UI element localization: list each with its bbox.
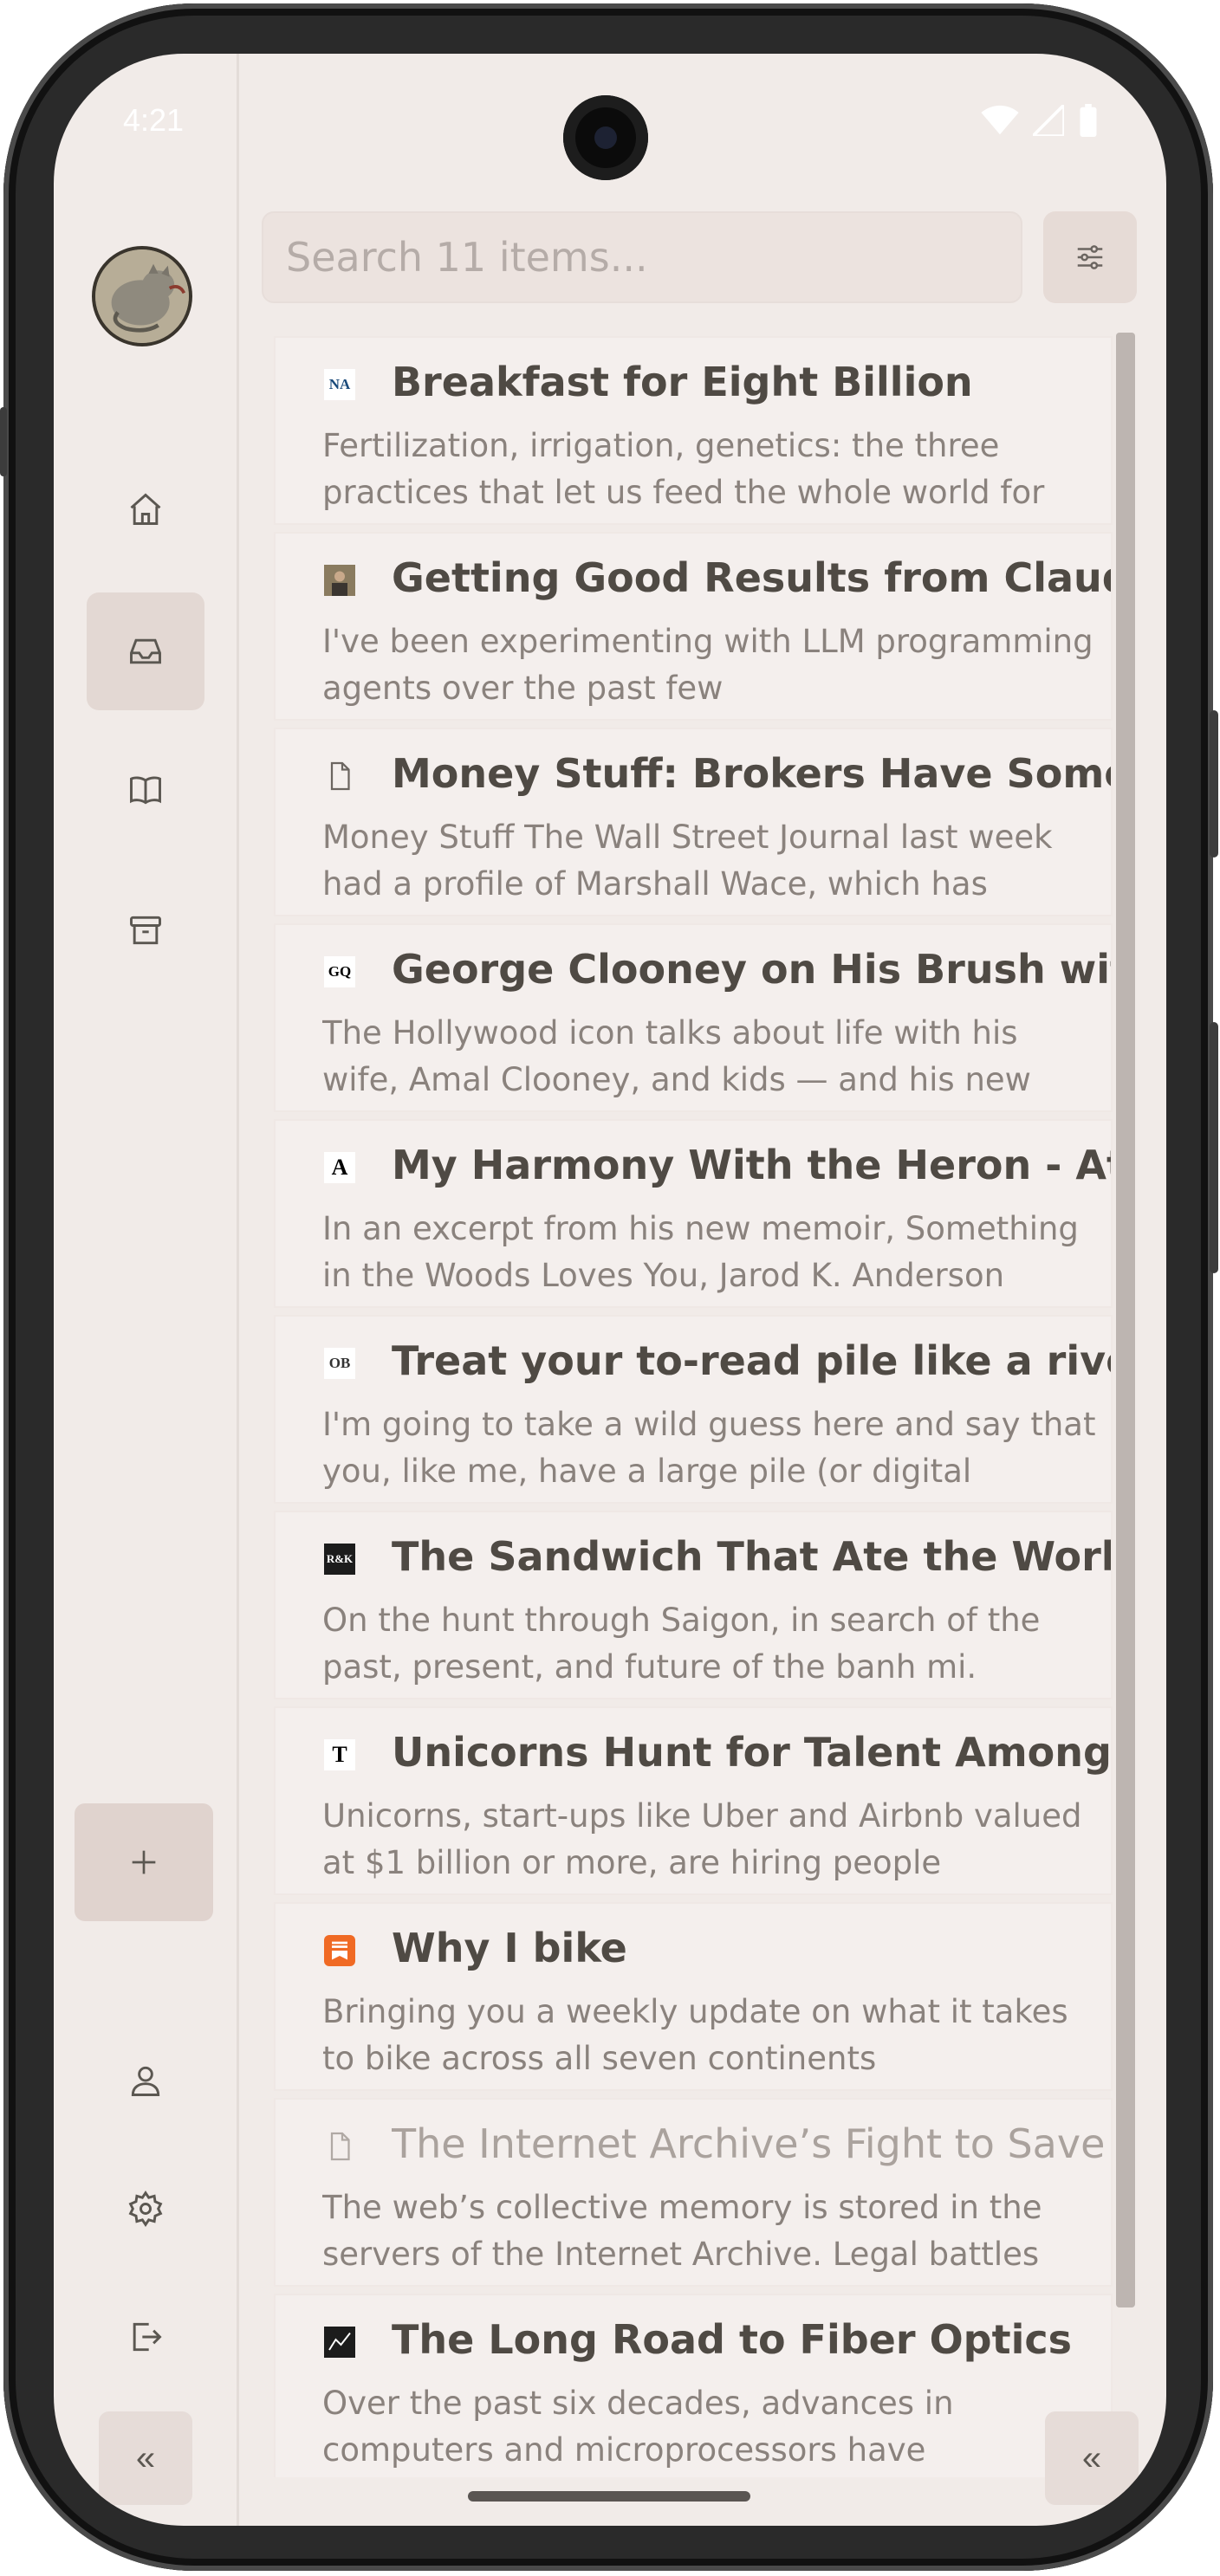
favicon-label: OB (324, 1348, 355, 1379)
volume-button (1210, 710, 1218, 858)
plus-icon (132, 1850, 156, 1874)
article-card[interactable]: Why I bike Bringing you a weekly update o… (274, 1902, 1113, 2091)
sleeping-cat-icon (95, 249, 189, 343)
battery-icon (1080, 104, 1097, 137)
favicon-icon: A (324, 1152, 355, 1183)
front-camera (563, 95, 648, 180)
favicon-label: T (324, 1739, 355, 1770)
favicon-label: A (324, 1152, 355, 1183)
favicon-icon (324, 761, 355, 792)
signal-icon (1033, 105, 1064, 136)
logout-icon (133, 2322, 162, 2352)
article-description: In an excerpt from his new memoir, Somet… (322, 1210, 1079, 1294)
status-icons (981, 104, 1099, 137)
article-title: George Clooney on His Brush with Death (392, 946, 1111, 993)
settings-button[interactable] (87, 2150, 204, 2268)
side-notch (0, 407, 7, 476)
collapse-right-button[interactable]: « (1045, 2411, 1139, 2505)
scrollbar[interactable] (1116, 333, 1135, 2307)
favicon-icon (324, 1935, 355, 1966)
article-list: NA Breakfast for Eight Billion Fertilizati… (274, 336, 1113, 2477)
article-description: The Hollywood icon talks about life with… (322, 1014, 1031, 1098)
article-title: My Harmony With the Heron - Atmos (392, 1142, 1111, 1188)
wifi-icon (981, 105, 1019, 135)
document-icon (330, 761, 350, 791)
favicon-icon: OB (324, 1348, 355, 1379)
filter-button[interactable] (1043, 211, 1137, 303)
favicon-icon: GQ (324, 956, 355, 987)
article-description: I'm going to take a wild guess here and … (322, 1406, 1096, 1490)
phone-frame: « 4:21 Search 11 items... NA Breakfast f… (0, 0, 1220, 2576)
article-card[interactable]: NA Breakfast for Eight Billion Fertilizati… (274, 336, 1113, 525)
collapse-sidebar-button[interactable]: « (99, 2411, 192, 2505)
article-card[interactable]: The Long Road to Fiber Optics Over the pa… (274, 2294, 1113, 2477)
favicon-label: NA (324, 369, 355, 400)
favicon-icon: R&K (324, 1544, 355, 1575)
article-description: Over the past six decades, advances in c… (322, 2385, 954, 2469)
double-chevron-left-icon: « (1081, 2438, 1102, 2477)
article-title: Money Stuff: Brokers Have Some Good (392, 750, 1111, 797)
search-input[interactable] (262, 211, 1022, 303)
user-icon (131, 2066, 160, 2096)
favicon-icon (324, 565, 355, 596)
article-title: The Long Road to Fiber Optics (392, 2316, 1073, 2363)
inbox-icon (130, 638, 161, 664)
article-description: I've been experimenting with LLM program… (322, 623, 1093, 707)
home-icon (130, 493, 161, 525)
article-card[interactable]: GQ George Clooney on His Brush with Death… (274, 923, 1113, 1112)
article-description: Fertilization, irrigation, genetics: the… (322, 427, 1045, 511)
chart-logo-icon (324, 2327, 355, 2358)
favicon-label: GQ (324, 956, 355, 987)
article-title: Getting Good Results from Claude Code (392, 554, 1111, 601)
article-description: Bringing you a weekly update on what it … (322, 1993, 1068, 2077)
article-card[interactable]: Money Stuff: Brokers Have Some Good Money… (274, 728, 1113, 916)
article-title: Breakfast for Eight Billion (392, 359, 973, 405)
article-title: Unicorns Hunt for Talent Among Silicon (392, 1729, 1111, 1776)
article-card[interactable]: The Internet Archive’s Fight to Save It T… (274, 2098, 1113, 2287)
favicon-icon (324, 2131, 355, 2162)
sidebar: « (54, 54, 239, 2526)
double-chevron-left-icon: « (135, 2438, 156, 2477)
article-description: The web’s collective memory is stored in… (322, 2189, 1042, 2273)
article-card[interactable]: R&K The Sandwich That Ate the World On the… (274, 1511, 1113, 1699)
nav-archive-button[interactable] (87, 871, 204, 989)
nav-inbox-button[interactable] (87, 592, 204, 710)
document-icon (330, 2132, 350, 2161)
article-description: Unicorns, start-ups like Uber and Airbnb… (322, 1797, 1082, 1881)
article-title: The Internet Archive’s Fight to Save It (392, 2120, 1111, 2167)
article-card[interactable]: OB Treat your to-read pile like a river |… (274, 1315, 1113, 1504)
article-card[interactable]: Getting Good Results from Claude Code I'v… (274, 532, 1113, 721)
nav-home-button[interactable] (87, 450, 204, 568)
article-title: Treat your to-read pile like a river | O… (392, 1337, 1111, 1384)
profile-button[interactable] (87, 2022, 204, 2139)
article-description: Money Stuff The Wall Street Journal last… (322, 819, 1053, 903)
logout-button[interactable] (87, 2278, 204, 2396)
article-description: On the hunt through Saigon, in search of… (322, 1602, 1041, 1686)
favicon-label: R&K (324, 1544, 355, 1575)
sliders-icon (1077, 245, 1103, 269)
nav-library-button[interactable] (87, 731, 204, 849)
avatar[interactable] (92, 246, 192, 346)
article-card[interactable]: T Unicorns Hunt for Talent Among Silicon U… (274, 1706, 1113, 1895)
status-time: 4:21 (123, 102, 185, 138)
article-card[interactable]: A My Harmony With the Heron - Atmos In an … (274, 1119, 1113, 1308)
favicon-icon (324, 2327, 355, 2358)
substack-icon (324, 1935, 355, 1966)
favicon-icon: NA (324, 369, 355, 400)
favicon-icon: T (324, 1739, 355, 1770)
power-button (1210, 1022, 1218, 1273)
author-photo-icon (324, 565, 355, 596)
add-button[interactable] (75, 1803, 213, 1921)
gear-icon (128, 2191, 163, 2227)
screen: « 4:21 Search 11 items... NA Breakfast f… (54, 54, 1166, 2526)
archive-icon (130, 916, 161, 945)
article-title: Why I bike (392, 1925, 627, 1971)
article-title: The Sandwich That Ate the World (392, 1533, 1111, 1580)
home-indicator[interactable] (468, 2491, 750, 2502)
book-icon (130, 776, 161, 805)
